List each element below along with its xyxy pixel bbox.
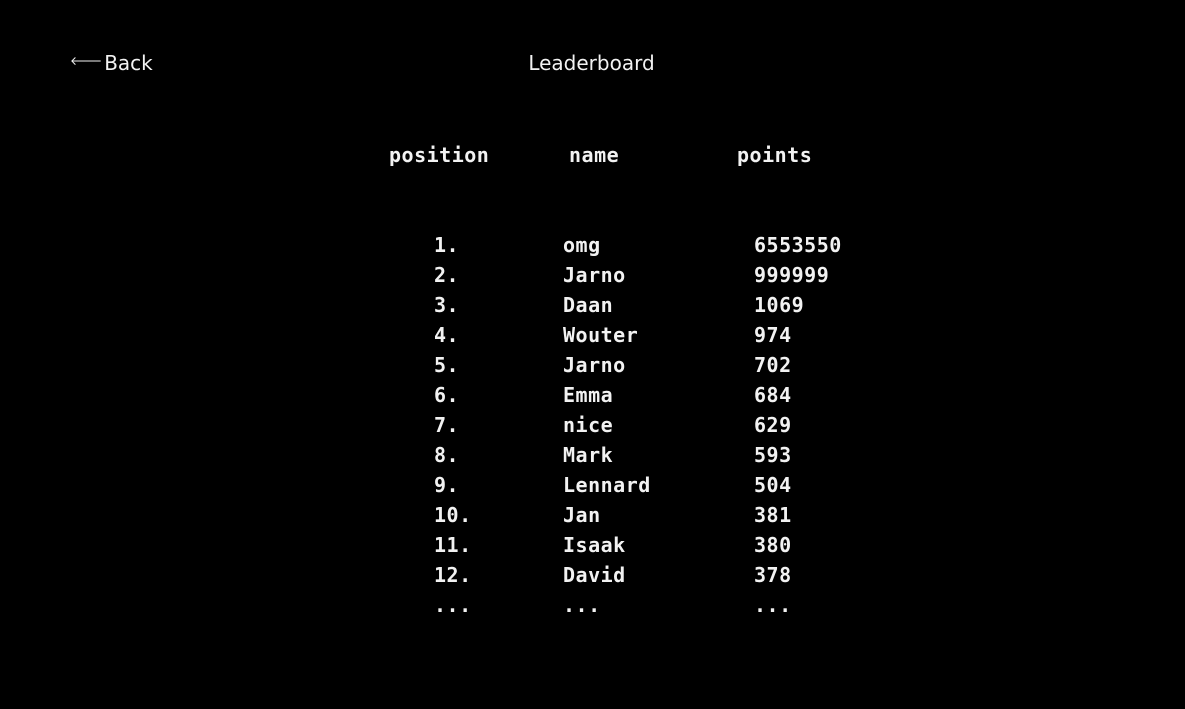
table-row: 1. omg 6553550	[0, 233, 1185, 263]
row-name: Jarno	[563, 263, 626, 287]
row-name: Wouter	[563, 323, 639, 347]
table-row: 10. Jan 381	[0, 503, 1185, 533]
column-header-points: points	[737, 143, 813, 167]
row-name: Isaak	[563, 533, 626, 557]
row-position: 1.	[434, 233, 460, 257]
row-name: ...	[563, 593, 601, 617]
row-position: 5.	[434, 353, 460, 377]
row-name: Mark	[563, 443, 614, 467]
row-position: 3.	[434, 293, 460, 317]
table-row: 6. Emma 684	[0, 383, 1185, 413]
table-row: 5. Jarno 702	[0, 353, 1185, 383]
row-position: 6.	[434, 383, 460, 407]
row-position: ...	[434, 593, 472, 617]
row-position: 11.	[434, 533, 472, 557]
table-row: .........	[0, 593, 1185, 623]
row-name: Jarno	[563, 353, 626, 377]
table-row: 7. nice 629	[0, 413, 1185, 443]
row-position: 8.	[434, 443, 460, 467]
row-points: 381	[754, 503, 792, 527]
row-position: 9.	[434, 473, 460, 497]
row-points: 504	[754, 473, 792, 497]
row-name: Emma	[563, 383, 614, 407]
row-position: 7.	[434, 413, 460, 437]
row-position: 2.	[434, 263, 460, 287]
row-points: 593	[754, 443, 792, 467]
row-name: nice	[563, 413, 614, 437]
row-name: Jan	[563, 503, 601, 527]
row-points: 629	[754, 413, 792, 437]
leaderboard-table: 1. omg 6553550 2. Jarno 999999 3. Daan 1069 4. Wou…	[0, 233, 1185, 623]
column-header-name: name	[569, 143, 620, 167]
table-row: 3. Daan 1069	[0, 293, 1185, 323]
row-points: 1069	[754, 293, 805, 317]
table-row: 12. David 378	[0, 563, 1185, 593]
row-name: David	[563, 563, 626, 587]
table-row: 4. Wouter 974	[0, 323, 1185, 353]
table-row: 11. Isaak 380	[0, 533, 1185, 563]
table-row: 8. Mark 593	[0, 443, 1185, 473]
row-name: omg	[563, 233, 601, 257]
row-points: 6553550	[754, 233, 842, 257]
row-position: 12.	[434, 563, 472, 587]
row-position: 4.	[434, 323, 460, 347]
table-row: 9. Lennard 504	[0, 473, 1185, 503]
row-points: 702	[754, 353, 792, 377]
leaderboard-screen: 🡐 Back Leaderboard position name points …	[0, 0, 1185, 709]
page-title: Leaderboard	[528, 51, 655, 75]
row-points: 999999	[754, 263, 830, 287]
row-name: Lennard	[563, 473, 651, 497]
row-points: ...	[754, 593, 792, 617]
table-row: 2. Jarno 999999	[0, 263, 1185, 293]
row-points: 378	[754, 563, 792, 587]
column-header-position: position	[389, 143, 490, 167]
row-points: 684	[754, 383, 792, 407]
row-name: Daan	[563, 293, 614, 317]
row-position: 10.	[434, 503, 472, 527]
row-points: 974	[754, 323, 792, 347]
row-points: 380	[754, 533, 792, 557]
